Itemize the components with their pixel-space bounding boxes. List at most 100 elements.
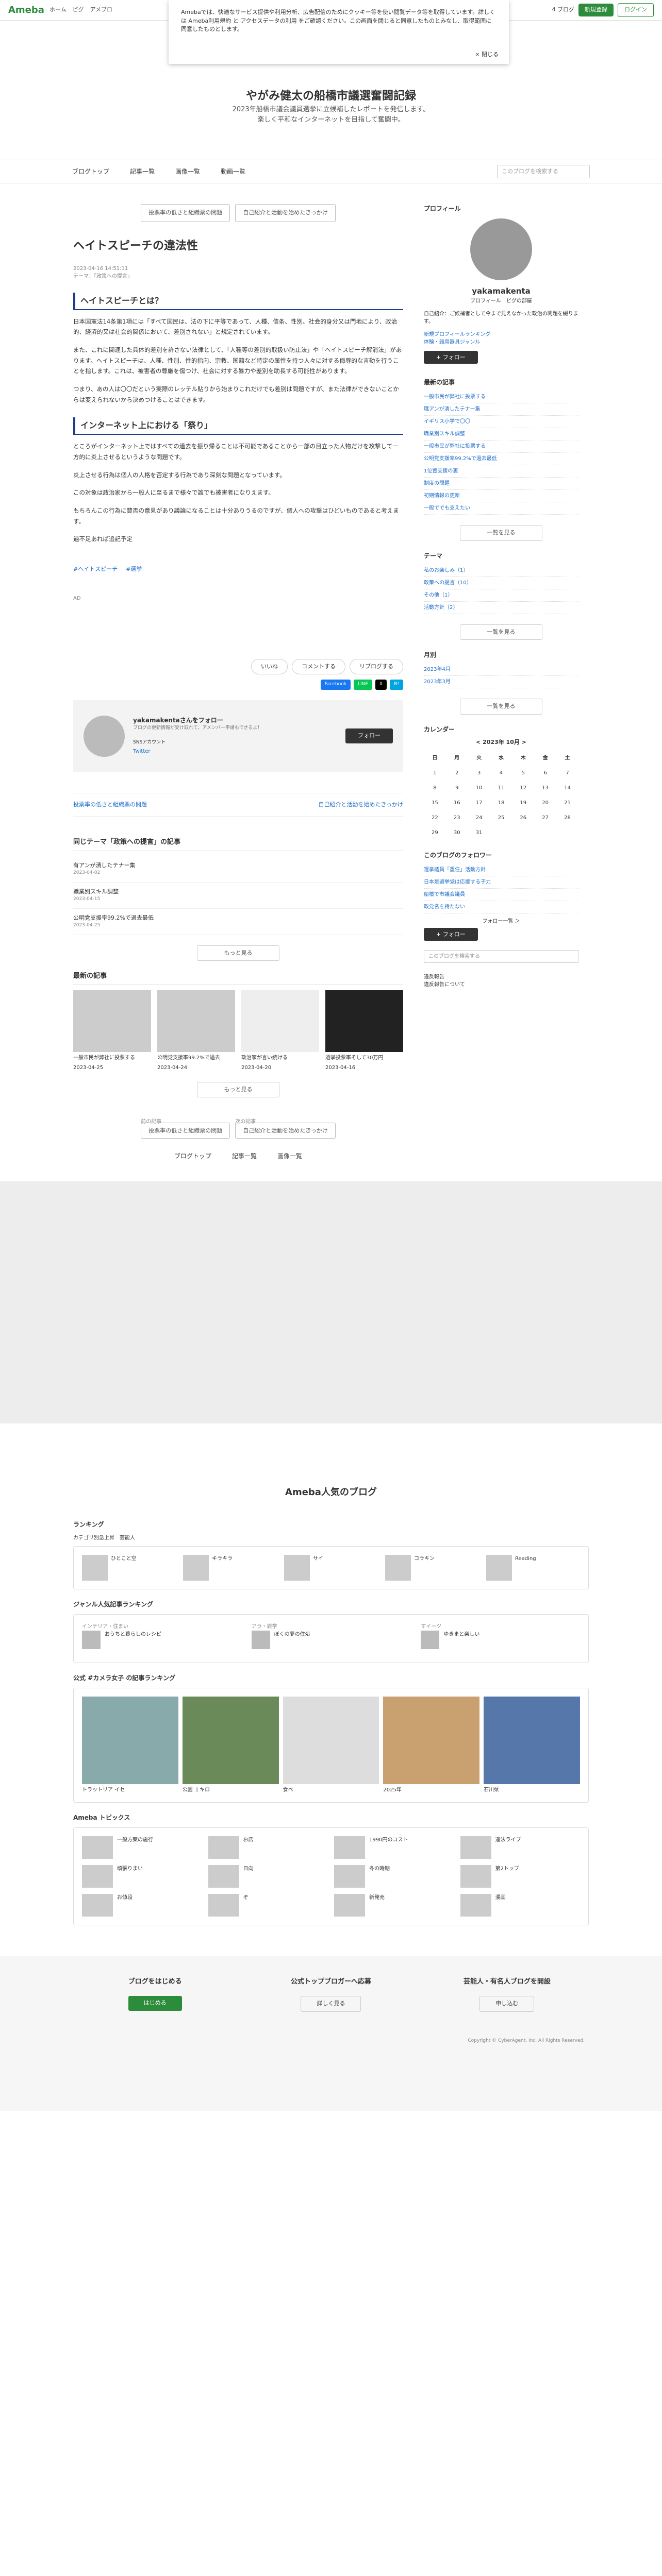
tab-celebrity[interactable]: 芸能人 [120,1535,135,1541]
photo-label[interactable]: 2025年 [383,1786,479,1794]
list-item[interactable]: 公明党支援率99.2%で過去最低 2023-04-25 [73,909,403,935]
follower-item[interactable]: 政党名を持たない [424,901,578,913]
rank-label[interactable]: Reading [515,1555,536,1581]
rank-image[interactable] [385,1554,411,1581]
bottom-tab-blog-top[interactable]: ブログトップ [174,1151,211,1161]
tab-blog-top[interactable]: ブログトップ [72,167,109,176]
latest-item[interactable]: 一般市民が弊社に投票する 2023-04-25 [73,990,151,1072]
month-more-button[interactable]: 一覧を見る [460,699,542,715]
photo-image[interactable] [283,1696,379,1784]
list-item-title[interactable]: 有アンが潰したテナー集 [73,861,403,870]
photo-item[interactable]: 石川県 [484,1696,580,1794]
pager-prev-link[interactable]: 投票率の低さと組織票の問題 [73,801,147,809]
genre-image[interactable] [82,1630,101,1649]
thumbnail[interactable] [325,990,403,1052]
recent-item[interactable]: 公明党支援率99.2%で過去最低 [424,453,578,465]
rank-label[interactable]: コラキン [414,1555,435,1581]
profile-avatar[interactable] [470,218,532,280]
follower-item[interactable]: 日本是選挙党は応援する子力 [424,876,578,889]
topic-item[interactable]: ぞ [208,1893,328,1917]
report-link[interactable]: 違反報告 [424,973,578,981]
report-about-link[interactable]: 違反報告について [424,981,578,989]
thumbnail[interactable] [157,990,235,1052]
hatena-share-button[interactable]: B! [390,680,403,690]
genre-image[interactable] [251,1630,270,1649]
theme-item[interactable]: 活動方針（2） [424,602,578,614]
recent-item[interactable]: 1位置支援の裏 [424,465,578,478]
rank-item[interactable]: コラキン [385,1554,479,1581]
topic-item[interactable]: 漫画 [460,1893,581,1917]
sidebar-follow-button-2[interactable]: + フォロー [424,928,478,941]
latest-item[interactable]: 選挙投票率そして30万円 2023-04-16 [325,990,403,1072]
thumbnail[interactable] [73,990,151,1052]
theme-item[interactable]: その他（1） [424,589,578,602]
topic-image[interactable] [334,1836,365,1859]
list-item[interactable]: 有アンが潰したテナー集 2023-04-02 [73,856,403,883]
topic-item[interactable]: 第2トップ [460,1865,581,1888]
theme-list-more-button[interactable]: 一覧を見る [460,624,542,640]
sidebar-search-input[interactable]: このブログを検索する [424,950,578,963]
month-item[interactable]: 2023年3月 [424,676,578,688]
latest-item[interactable]: 公明党支援率99.2%で過去 2023-04-24 [157,990,235,1072]
latest-item[interactable]: 政治家が言い続ける 2023-04-20 [241,990,319,1072]
thumb-title[interactable]: 公明党支援率99.2%で過去 [157,1054,235,1062]
photo-item[interactable]: 公園 １キロ [182,1696,279,1794]
genre-link[interactable]: 体験・雑用器具ジャンル [424,340,481,345]
nav-home[interactable]: ホーム [49,6,67,14]
genre-item-label[interactable]: ぼくの夢の住処 [274,1631,310,1649]
topic-label[interactable]: お値段 [117,1894,133,1917]
genre-item[interactable]: ぼくの夢の住処 [251,1630,411,1649]
follower-item[interactable]: 船橋で市議会議員 [424,889,578,901]
thumbnail[interactable] [241,990,319,1052]
footer-apply-button[interactable]: 申し込む [479,1996,535,2012]
thumb-title[interactable]: 一般市民が弊社に投票する [73,1054,151,1062]
follow-button[interactable]: フォロー [345,728,393,743]
photo-item[interactable]: 食べ [283,1696,379,1794]
photo-label[interactable]: 食べ [283,1786,379,1794]
topic-item[interactable]: 頑張りまい [82,1865,202,1888]
theme-item[interactable]: 私のお楽しみ（1） [424,565,578,577]
footer-details-button[interactable]: 詳しく見る [301,1996,361,2012]
tab-entries[interactable]: 記事一覧 [130,167,155,176]
theme-item[interactable]: 政策への提言（10） [424,577,578,589]
ranking-link[interactable]: 新規プロフィールランキング [424,332,491,337]
pager-next-link[interactable]: 自己紹介と活動を始めたきっかけ [318,801,403,809]
topic-label[interactable]: 1990円のコスト [369,1836,408,1859]
entry-title[interactable]: ヘイトスピーチの違法性 [73,238,403,255]
recent-item[interactable]: 一般市民が弊社に投票する [424,391,578,403]
rank-label[interactable]: ひとこと空 [111,1555,137,1581]
tab-category[interactable]: カテゴリ別急上昇 [73,1535,114,1541]
topic-label[interactable]: 冬の時期 [369,1865,390,1888]
topic-label[interactable]: 違法ライブ [495,1836,521,1859]
theme-more-button[interactable]: もっと見る [197,945,279,961]
topic-item[interactable]: 冬の時期 [334,1865,454,1888]
facebook-share-button[interactable]: Facebook [320,680,351,690]
bottom-tab-images[interactable]: 画像一覧 [277,1151,302,1161]
twitter-link[interactable]: Twitter [133,749,151,754]
photo-image[interactable] [182,1696,279,1784]
topic-image[interactable] [82,1893,113,1917]
ameba-logo[interactable]: Ameba [8,3,44,17]
topic-label[interactable]: お店 [243,1836,254,1859]
recent-item[interactable]: 職業別スキル調整 [424,428,578,440]
like-button[interactable]: いいね [251,658,288,675]
genre-item-label[interactable]: ゆきまと楽しい [443,1631,479,1649]
rank-item[interactable]: キラキラ [183,1554,277,1581]
thumb-title[interactable]: 政治家が言い続ける [241,1054,319,1062]
list-item-title[interactable]: 職業別スキル調整 [73,888,403,896]
line-share-button[interactable]: LINE [353,680,373,690]
recent-item[interactable]: 制度の問題 [424,478,578,490]
recent-item[interactable]: 職アンが潰したテナー集 [424,403,578,416]
nav-ameblo[interactable]: アメブロ [90,6,112,14]
recent-item[interactable]: 一般市民が弊社に投票する [424,440,578,453]
follower-list-link[interactable]: フォロー一覧 ＞ [424,918,578,925]
topic-image[interactable] [208,1836,239,1859]
genre-item[interactable]: ゆきまと楽しい [421,1630,580,1649]
list-item[interactable]: 職業別スキル調整 2023-04-15 [73,883,403,909]
write-blog-link[interactable]: 4 ブログ [552,6,575,14]
tab-images[interactable]: 画像一覧 [175,167,200,176]
topic-label[interactable]: 新発売 [369,1894,385,1917]
cookie-close-button[interactable]: × 閉じる [475,50,499,59]
rank-image[interactable] [284,1554,310,1581]
rank-item[interactable]: サイ [284,1554,378,1581]
